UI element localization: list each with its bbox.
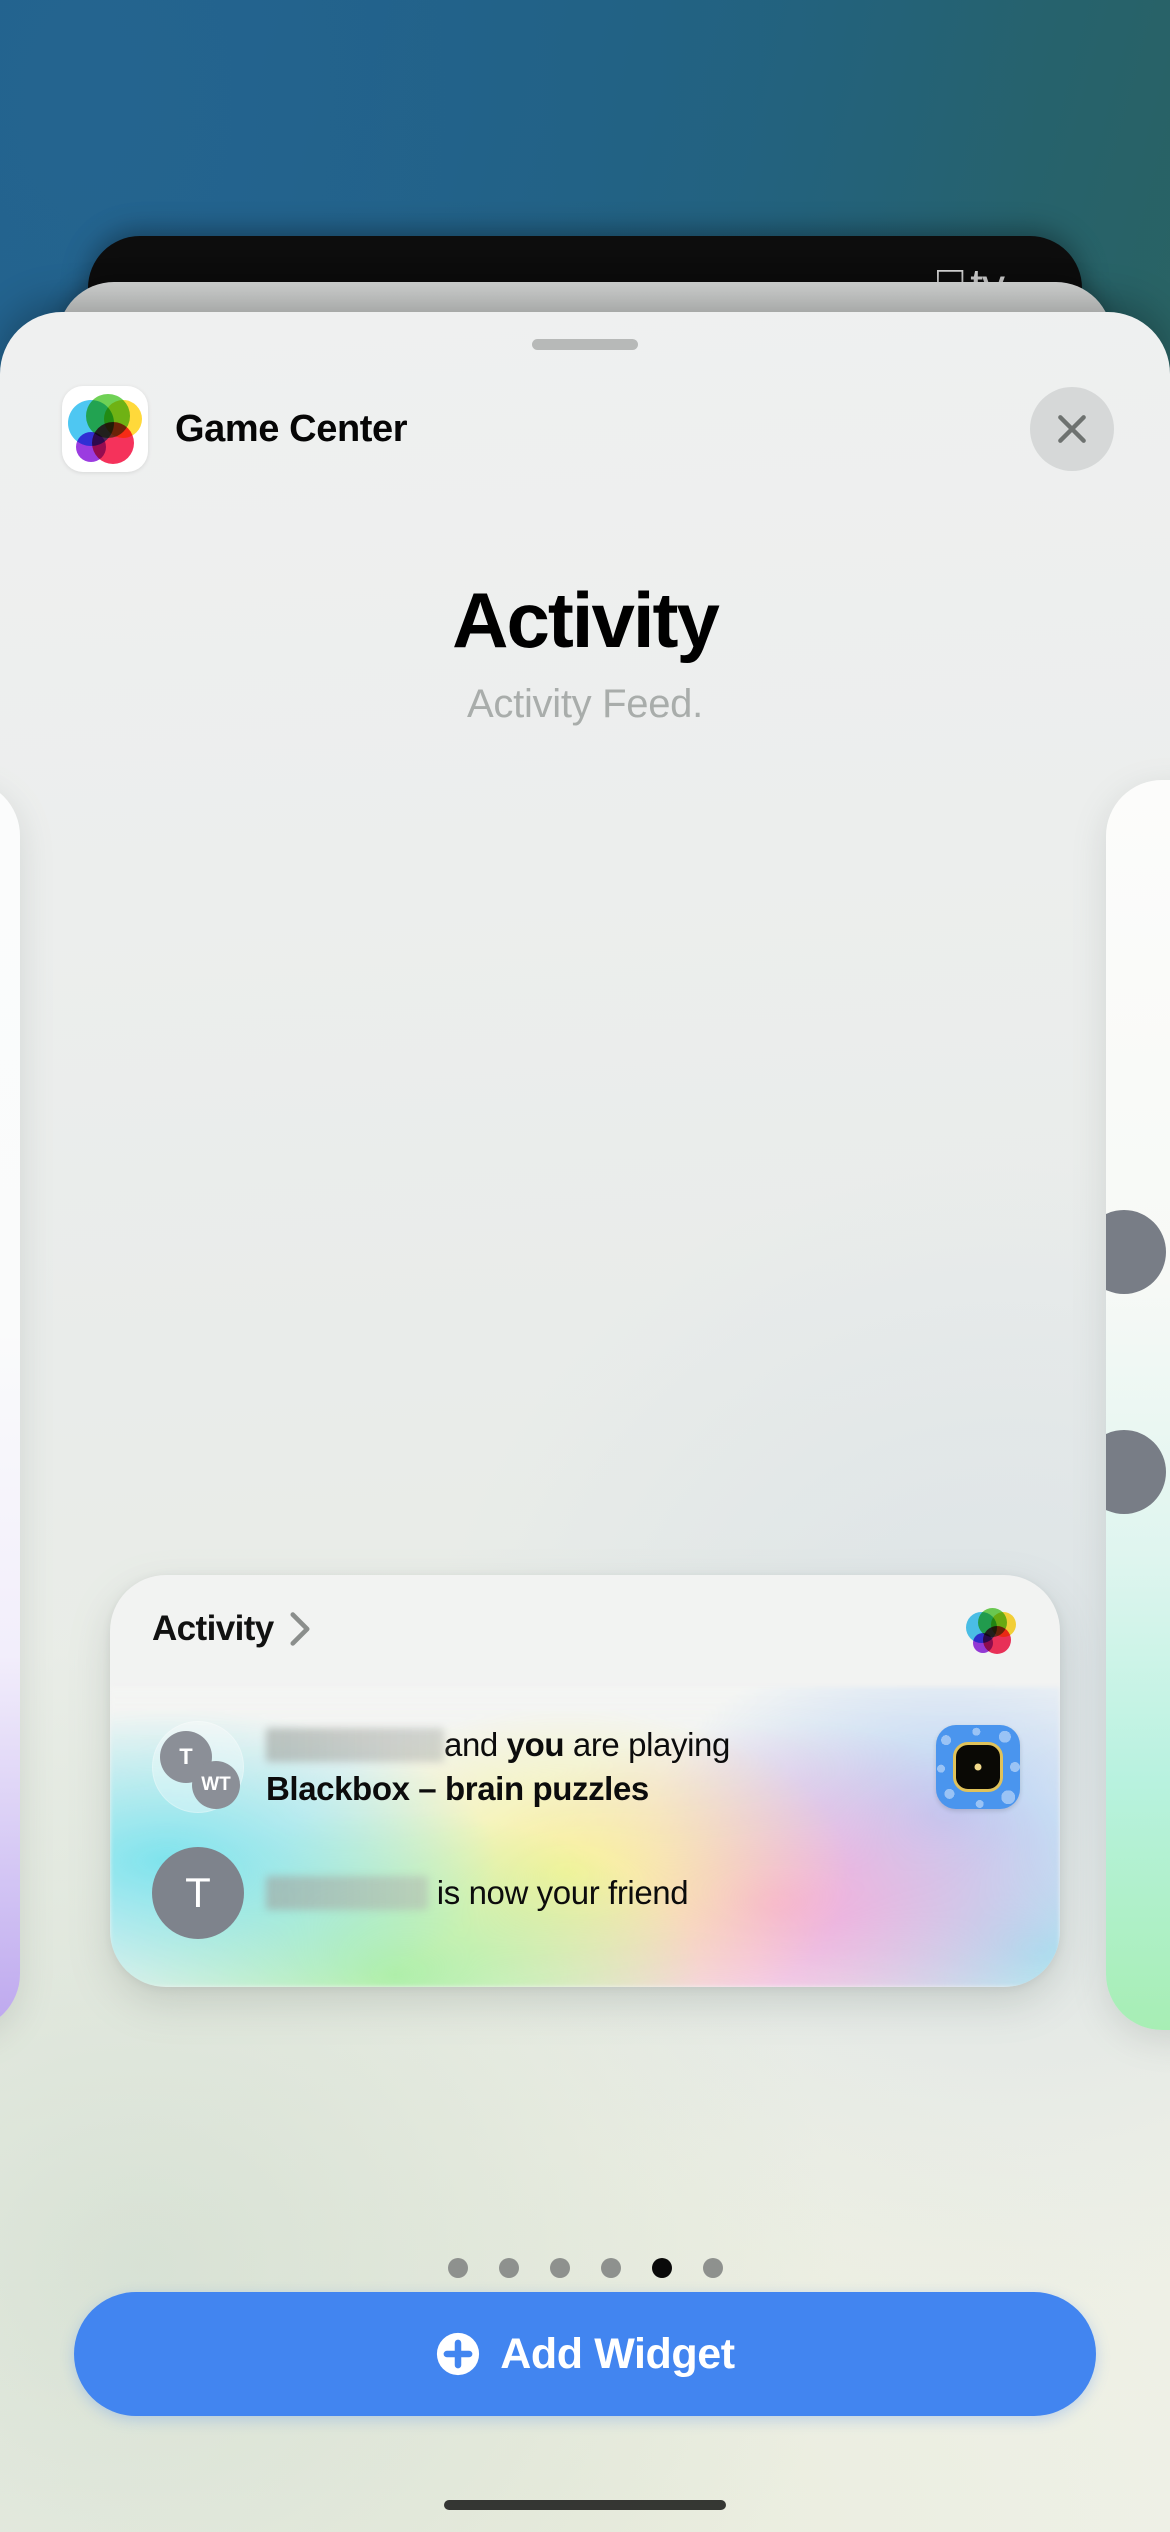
pagination-dots (0, 2258, 1170, 2278)
app-name-label: Game Center (175, 407, 408, 450)
sheet-drag-handle[interactable] (532, 339, 638, 350)
widget-header-label: Activity (152, 1609, 274, 1648)
avatar-group: T WT (152, 1721, 244, 1813)
home-indicator (444, 2500, 726, 2510)
peek-avatar-2 (1106, 1430, 1166, 1514)
page-subtitle: Activity Feed. (467, 682, 703, 726)
feed-text-friend: is now your friend (436, 1874, 689, 1911)
widget-carousel[interactable]: Activity T WT and you are playing Blackb… (0, 780, 1170, 2030)
widget-picker-sheet: Game Center Activity Activity Feed. Acti… (0, 312, 1170, 2532)
blackbox-dot (974, 1763, 982, 1771)
activity-feed-text: and you are playing Blackbox – brain puz… (266, 1723, 730, 1811)
page-dot-4[interactable] (600, 2258, 621, 2278)
feed-game-title: Blackbox – brain puzzles (266, 1770, 649, 1807)
feed-text-you: you (506, 1726, 565, 1763)
carousel-peek-card-right[interactable] (1106, 780, 1170, 2030)
activity-feed-row[interactable]: T is now your friend (152, 1847, 689, 1939)
redacted-name (266, 1728, 444, 1762)
avatar-initial-2: WT (192, 1761, 240, 1809)
avatar-single: T (152, 1847, 244, 1939)
title-block: Activity Activity Feed. (0, 574, 1170, 727)
page-dot-2[interactable] (498, 2258, 519, 2278)
close-button[interactable] (1030, 387, 1114, 471)
add-widget-button[interactable]: Add Widget (74, 2292, 1096, 2416)
page-dot-6[interactable] (702, 2258, 723, 2278)
page-dot-5[interactable] (651, 2258, 672, 2278)
game-center-icon (62, 386, 148, 472)
page-title: Activity (452, 576, 720, 664)
add-widget-label: Add Widget (500, 2329, 735, 2378)
carousel-peek-card-left[interactable] (0, 780, 20, 2030)
widget-game-center-icon (964, 1603, 1020, 1659)
feed-text-are-playing: are playing (572, 1726, 730, 1763)
plus-circle-icon (437, 2332, 480, 2376)
close-icon (1058, 415, 1086, 443)
widget-preview-card[interactable]: Activity T WT and you are playing Blackb… (110, 1575, 1060, 1987)
gc-blob-purple (973, 1633, 993, 1653)
blackbox-app-icon[interactable] (936, 1725, 1020, 1809)
widget-header-link[interactable]: Activity (152, 1609, 312, 1649)
chevron-right-icon (288, 1611, 312, 1647)
peek-avatar-1 (1106, 1210, 1166, 1294)
activity-feed-row[interactable]: T WT and you are playing Blackbox – brai… (152, 1721, 730, 1813)
feed-text-and: and (444, 1726, 498, 1763)
app-identity-chip[interactable]: Game Center (62, 386, 408, 472)
gc-blob-purple (76, 432, 106, 462)
redacted-name (266, 1876, 428, 1910)
activity-feed-text: is now your friend (266, 1871, 689, 1915)
page-dot-1[interactable] (447, 2258, 468, 2278)
page-dot-3[interactable] (549, 2258, 570, 2278)
sheet-header: Game Center (0, 378, 1170, 488)
